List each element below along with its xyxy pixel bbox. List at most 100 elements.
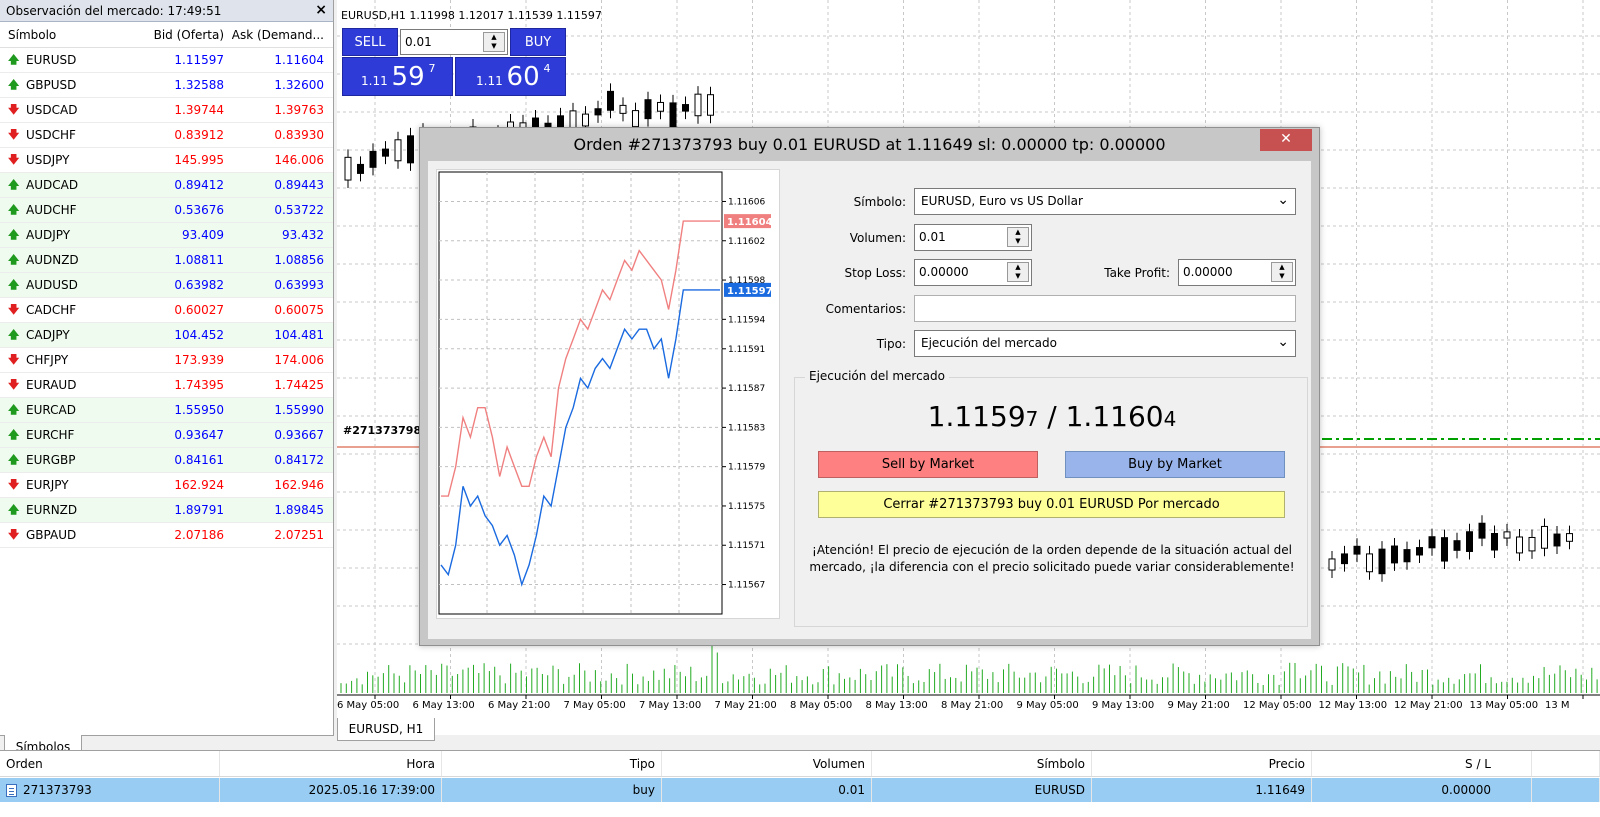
volume-spinner[interactable]: ▲ ▼ [483, 32, 505, 52]
tab-eurusd-h1[interactable]: EURUSD, H1 [337, 718, 435, 741]
sl-cell: 0.00000 [1312, 778, 1532, 802]
list-item[interactable]: 🡅 EURNZD 1.89791 1.89845 [0, 498, 333, 523]
close-icon[interactable]: × [315, 2, 327, 18]
buy-price-button[interactable]: 1.11 60 4 [455, 57, 566, 96]
ask-cell: 0.89443 [274, 178, 324, 192]
symbol-name: GBPUSD [26, 78, 77, 92]
sell-price-button[interactable]: 1.11 59 7 [342, 57, 453, 96]
close-order-button[interactable]: Cerrar #271373793 buy 0.01 EURUSD Por me… [818, 491, 1285, 518]
volume-label: Volumen: [849, 231, 906, 245]
list-item[interactable]: 🡅 CADJPY 104.452 104.481 [0, 323, 333, 348]
time-tick-label: 13 M [1545, 700, 1570, 711]
col-ask-header[interactable]: Ask (Demand... [230, 28, 330, 42]
dialog-close-button[interactable]: ✕ [1260, 129, 1312, 151]
stop-loss-spinner[interactable]: ▲ ▼ [1007, 262, 1029, 282]
candle-body [682, 104, 689, 112]
list-item[interactable]: 🡅 EURUSD 1.11597 1.11604 [0, 48, 333, 73]
tick-plot-area [438, 171, 723, 615]
table-row[interactable]: 271373793 2025.05.16 17:39:00 buy 0.01 E… [0, 778, 1600, 802]
stop-loss-label: Stop Loss: [844, 266, 906, 280]
candle-body [1491, 533, 1498, 551]
stop-loss-input[interactable]: 0.00000 ▲ ▼ [914, 259, 1032, 286]
y-tick-label: 1.11591 [728, 345, 765, 355]
candle-body [632, 110, 639, 128]
one-click-volume-input[interactable]: 0.01 ▲ ▼ [400, 29, 508, 55]
time-tick-label: 12 May 21:00 [1394, 700, 1463, 711]
time-tick-label: 6 May 05:00 [337, 700, 399, 711]
candle-body [607, 90, 614, 111]
col-volume-header[interactable]: Volumen [662, 751, 872, 776]
ask-price-main: 1.1160 [1065, 400, 1164, 433]
col-bid-header[interactable]: Bid (Oferta) [130, 28, 230, 42]
candle-body [1378, 548, 1386, 575]
ask-cell: 1.39763 [274, 103, 324, 117]
dialog-body: 1.11606 1.11602 1.11598 1.11594 1.11591 1.115… [428, 161, 1311, 639]
list-item[interactable]: 🡅 EURCHF 0.93647 0.93667 [0, 423, 333, 448]
symbol-name: EURGBP [26, 453, 76, 467]
comment-input[interactable] [914, 295, 1296, 322]
market-watch-list: 🡅 EURUSD 1.11597 1.11604 🡅 GBPUSD 1.32588 1.326… [0, 48, 333, 548]
list-item[interactable]: 🡅 GBPUSD 1.32588 1.32600 [0, 73, 333, 98]
col-sl-header[interactable]: S / L [1312, 751, 1532, 776]
list-item[interactable]: 🡇 EURJPY 162.924 162.946 [0, 473, 333, 498]
take-profit-input[interactable]: 0.00000 ▲ ▼ [1178, 259, 1296, 286]
take-profit-spinner[interactable]: ▲ ▼ [1271, 262, 1293, 282]
volume-input[interactable]: 0.01 ▲ ▼ [914, 224, 1032, 251]
ask-cell: 2.07251 [274, 528, 324, 542]
list-item[interactable]: 🡇 USDCAD 1.39744 1.39763 [0, 98, 333, 123]
list-item[interactable]: 🡇 USDCHF 0.83912 0.83930 [0, 123, 333, 148]
arrow-up-icon: 🡅 [8, 427, 20, 441]
symbol-select[interactable]: EURUSD, Euro vs US Dollar ⌄ [914, 188, 1296, 215]
list-item[interactable]: 🡇 EURAUD 1.74395 1.74425 [0, 373, 333, 398]
symbol-cell: 🡇 CHFJPY [0, 351, 130, 370]
symbol-cell: 🡅 CADJPY [0, 326, 130, 345]
list-item[interactable]: 🡅 EURCAD 1.55950 1.55990 [0, 398, 333, 423]
list-item[interactable]: 🡇 CADCHF 0.60027 0.60075 [0, 298, 333, 323]
time-tick-label: 6 May 13:00 [413, 700, 475, 711]
list-item[interactable]: 🡅 AUDNZD 1.08811 1.08856 [0, 248, 333, 273]
bid-cell: 0.83912 [174, 128, 224, 142]
order-cell: 271373793 [0, 778, 220, 802]
sell-button[interactable]: SELL [342, 28, 398, 56]
candle-body [1441, 537, 1448, 562]
candle-body [1428, 536, 1436, 549]
list-item[interactable]: 🡇 GBPAUD 2.07186 2.07251 [0, 523, 333, 548]
list-item[interactable]: 🡇 CHFJPY 173.939 174.006 [0, 348, 333, 373]
symbol-name: USDCHF [26, 128, 76, 142]
symbol-name: EURCAD [26, 403, 76, 417]
arrow-down-icon: 🡇 [8, 152, 20, 166]
col-type-header[interactable]: Tipo [442, 751, 662, 776]
symbol-label: Símbolo: [853, 195, 906, 209]
type-select[interactable]: Ejecución del mercado ⌄ [914, 330, 1296, 357]
ask-price-last: 4 [1163, 407, 1177, 431]
market-watch-panel: Observación del mercado: 17:49:51 × Símb… [0, 0, 334, 735]
list-item[interactable]: 🡅 AUDUSD 0.63982 0.63993 [0, 273, 333, 298]
bid-price-tag: 1.11597 [727, 286, 773, 297]
ask-cell: 1.11604 [274, 53, 324, 67]
list-item[interactable]: 🡅 AUDCAD 0.89412 0.89443 [0, 173, 333, 198]
list-item[interactable]: 🡅 AUDCHF 0.53676 0.53722 [0, 198, 333, 223]
arrow-up-icon: 🡅 [8, 202, 20, 216]
col-price-header[interactable]: Precio [1092, 751, 1312, 776]
arrow-down-icon: 🡇 [8, 477, 20, 491]
candle-body [707, 94, 714, 116]
candle-body [1341, 553, 1348, 565]
list-item[interactable]: 🡇 USDJPY 145.995 146.006 [0, 148, 333, 173]
col-order-header[interactable]: Orden [0, 751, 220, 776]
arrow-up-icon: 🡅 [8, 227, 20, 241]
symbol-cell: 🡅 EURUSD [0, 51, 130, 70]
bid-cell: 1.89791 [174, 503, 224, 517]
list-item[interactable]: 🡅 AUDJPY 93.409 93.432 [0, 223, 333, 248]
col-time-header[interactable]: Hora [220, 751, 442, 776]
arrow-down-icon: 🡇 [8, 377, 20, 391]
symbol-name: CHFJPY [26, 353, 69, 367]
volume-spinner[interactable]: ▲ ▼ [1007, 227, 1029, 247]
col-symbol-header[interactable]: Símbolo [872, 751, 1092, 776]
buy-button[interactable]: BUY [510, 28, 566, 56]
sell-by-market-button[interactable]: Sell by Market [818, 451, 1038, 478]
y-tick-label: 1.11587 [728, 384, 765, 394]
list-item[interactable]: 🡅 EURGBP 0.84161 0.84172 [0, 448, 333, 473]
buy-by-market-button[interactable]: Buy by Market [1065, 451, 1285, 478]
arrow-up-icon: 🡅 [8, 77, 20, 91]
col-symbol-header[interactable]: Símbolo [0, 28, 130, 42]
